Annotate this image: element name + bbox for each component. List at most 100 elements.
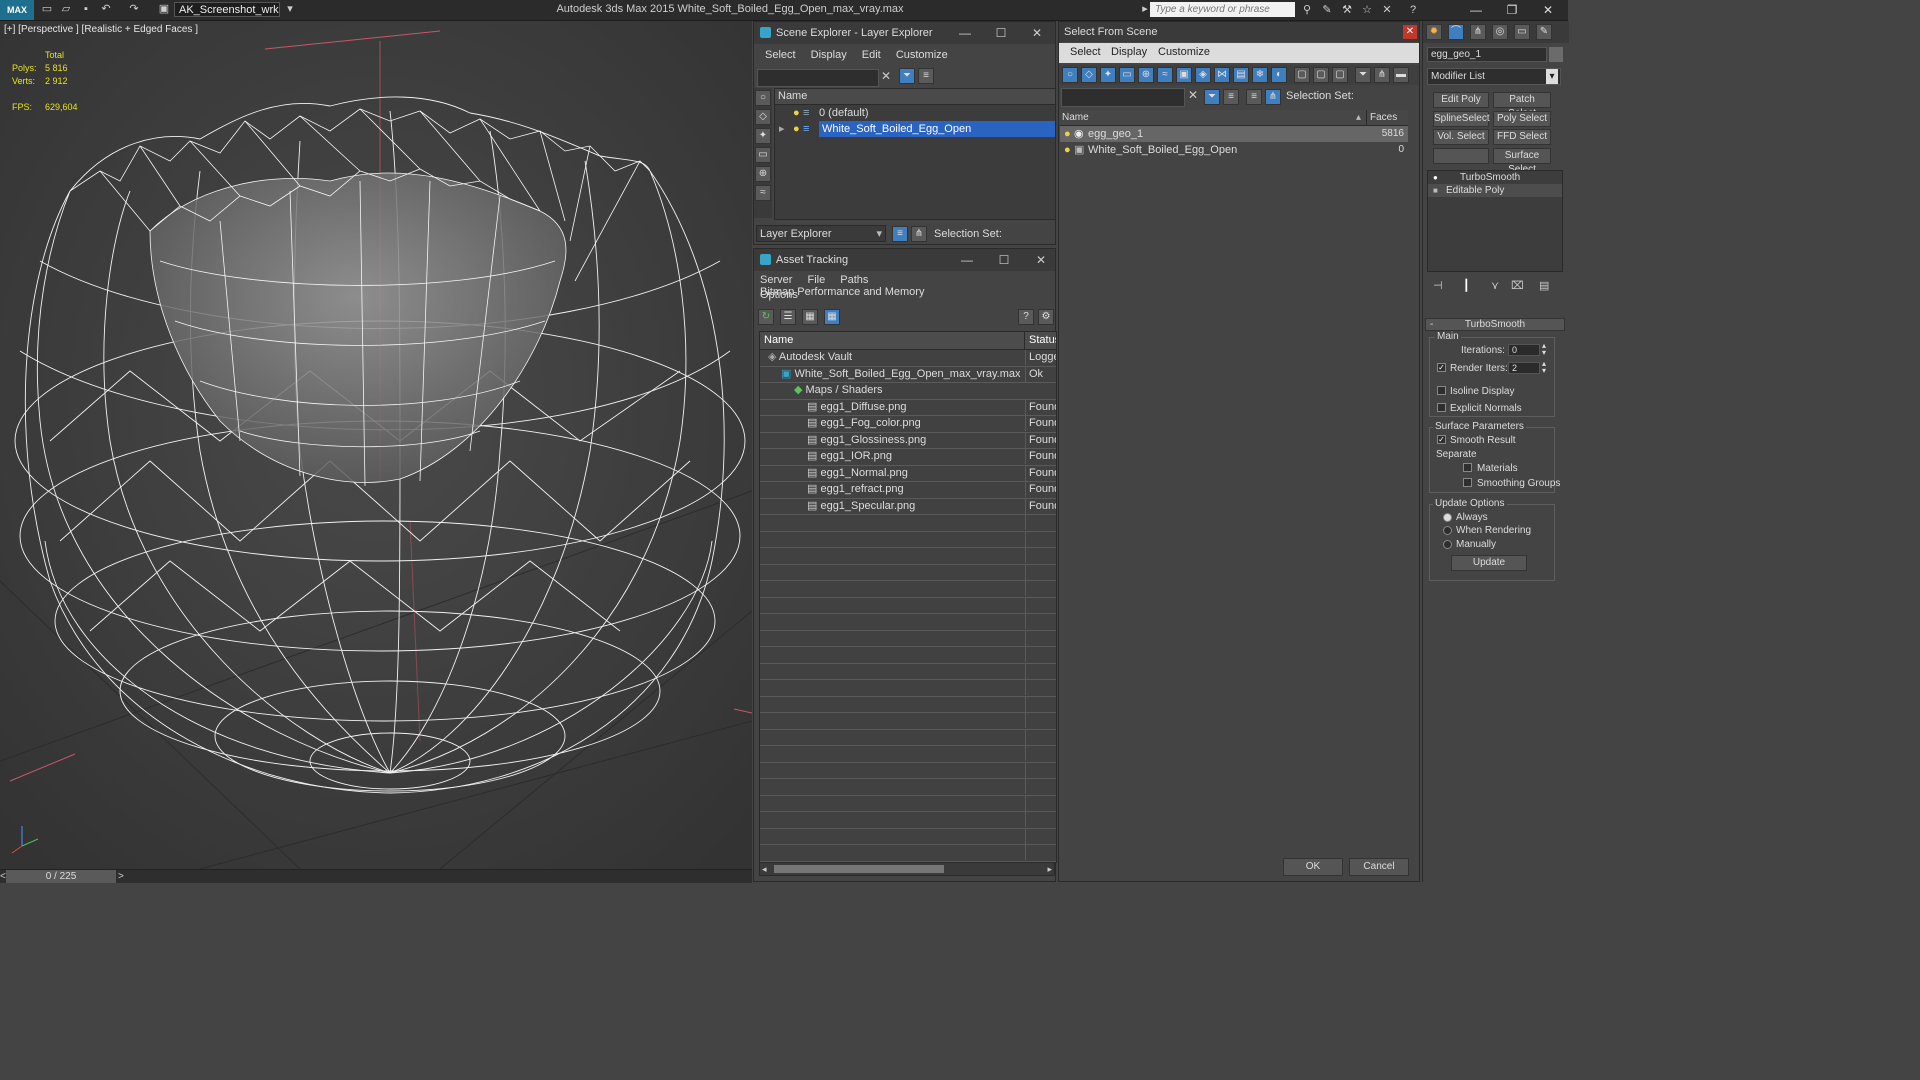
close-button[interactable]: ✕: [1403, 25, 1417, 39]
find-case-icon[interactable]: ≡: [1223, 89, 1239, 105]
iterations-spinner[interactable]: 0: [1508, 344, 1540, 356]
asset-tracking-titlebar[interactable]: Asset Tracking — ☐ ✕: [754, 249, 1055, 271]
perspective-viewport[interactable]: [+] [Perspective ] [Realistic + Edged Fa…: [0, 21, 752, 869]
display-cameras-icon[interactable]: ▭: [1119, 67, 1135, 83]
minimize-button[interactable]: —: [1458, 0, 1494, 20]
menu-edit[interactable]: Edit: [862, 49, 881, 61]
display-xrefs-icon[interactable]: ◈: [1195, 67, 1211, 83]
pin-stack-icon[interactable]: ⊣: [1433, 279, 1443, 292]
display-shapes-icon[interactable]: ◇: [755, 109, 771, 125]
modifier-list-dropdown[interactable]: Modifier List ▾: [1427, 68, 1561, 85]
close-button[interactable]: ✕: [1530, 0, 1566, 20]
edit-poly-button[interactable]: Edit Poly: [1433, 92, 1489, 108]
always-radio[interactable]: [1443, 513, 1452, 522]
explicit-normals-checkbox[interactable]: [1437, 403, 1446, 412]
clear-search-icon[interactable]: ✕: [1188, 88, 1198, 102]
layer-mode-icon[interactable]: ≡: [892, 226, 908, 242]
display-spacewarps-icon[interactable]: ≈: [755, 185, 771, 201]
scene-explorer-titlebar[interactable]: Scene Explorer - Layer Explorer — ☐ ✕: [754, 22, 1055, 44]
close-x-icon[interactable]: ✕: [1380, 3, 1394, 17]
project-icon[interactable]: ▣: [157, 3, 171, 16]
hierarchy-tab-icon[interactable]: ⋔: [1470, 24, 1486, 40]
smoothing-groups-checkbox[interactable]: [1463, 478, 1472, 487]
display-geometry-icon[interactable]: ○: [755, 90, 771, 106]
tree-row[interactable]: ● ≡ 0 (default): [775, 105, 1055, 121]
help-icon[interactable]: ?: [1018, 309, 1034, 325]
select-from-scene-titlebar[interactable]: Select From Scene ✕: [1059, 22, 1419, 42]
scene-search-field[interactable]: [757, 69, 879, 87]
menu-server[interactable]: Server: [760, 274, 792, 286]
spinner-arrows-icon[interactable]: ▴ ▾: [1542, 342, 1546, 357]
time-slider[interactable]: < 0 / 225 >: [0, 869, 752, 883]
menu-customize[interactable]: Customize: [896, 49, 948, 61]
menu-customize[interactable]: Customize: [1158, 46, 1210, 58]
chevron-down-icon[interactable]: ▾: [876, 226, 882, 243]
stack-item[interactable]: ● TurboSmooth: [1428, 171, 1562, 184]
list-row[interactable]: ● ▣ White_Soft_Boiled_Egg_Open 0: [1060, 142, 1408, 158]
menu-select[interactable]: Select: [1070, 46, 1101, 58]
asset-row[interactable]: ▤ egg1_Fog_color.png Found: [760, 416, 1056, 433]
chevron-down-icon[interactable]: ▾: [283, 3, 297, 16]
expand-plus-icon[interactable]: ■: [1433, 184, 1438, 197]
maximize-button[interactable]: ☐: [986, 22, 1016, 44]
surface-select-button[interactable]: Surface Select: [1493, 148, 1551, 175]
asset-row[interactable]: ▤ egg1_refract.png Found: [760, 482, 1056, 499]
motion-tab-icon[interactable]: ◎: [1492, 24, 1508, 40]
layers-toggle-icon[interactable]: ≡: [918, 68, 934, 84]
layer-mode-icon[interactable]: ≡: [1246, 89, 1262, 105]
lightbulb-icon[interactable]: ●: [1064, 126, 1071, 142]
display-helpers-icon[interactable]: ⊕: [1138, 67, 1154, 83]
asset-row[interactable]: ▤ egg1_Glossiness.png Found: [760, 432, 1056, 449]
open-folder-icon[interactable]: ▱: [59, 3, 73, 16]
isoline-display-checkbox[interactable]: [1437, 386, 1446, 395]
vol-select-button[interactable]: Vol. Select: [1433, 129, 1489, 145]
refresh-icon[interactable]: ↻: [758, 309, 774, 325]
chevron-down-icon[interactable]: ▾: [1546, 69, 1558, 84]
display-shapes-icon[interactable]: ◇: [1081, 67, 1097, 83]
viewport-label[interactable]: [+] [Perspective ] [Realistic + Edged Fa…: [4, 24, 198, 35]
lightbulb-icon[interactable]: ●: [793, 121, 800, 137]
display-none-icon[interactable]: ▢: [1313, 67, 1329, 83]
collapse-minus-icon[interactable]: -: [1430, 319, 1433, 331]
render-iters-spinner[interactable]: 2: [1508, 362, 1540, 374]
tree-row[interactable]: ▸ ● ≡ White_Soft_Boiled_Egg_Open: [775, 121, 1055, 137]
empty-modifier-button[interactable]: [1433, 148, 1489, 164]
asset-row[interactable]: ◆ Maps / Shaders: [760, 383, 1056, 400]
display-spacewarps-icon[interactable]: ≈: [1157, 67, 1173, 83]
tools-icon[interactable]: ✎: [1320, 3, 1334, 17]
column-header-name[interactable]: Name: [775, 89, 1055, 105]
help-icon[interactable]: ?: [1406, 3, 1420, 17]
display-containers-icon[interactable]: ▤: [1233, 67, 1249, 83]
settings-icon[interactable]: ⚙: [1038, 309, 1054, 325]
display-frozen-icon[interactable]: ❄: [1252, 67, 1268, 83]
asset-row[interactable]: ◈ Autodesk Vault Logged: [760, 350, 1056, 367]
thumbnail-view-icon[interactable]: ▦: [802, 309, 818, 325]
menu-select[interactable]: Select: [765, 49, 796, 61]
object-color-swatch[interactable]: [1549, 47, 1563, 62]
asset-row[interactable]: ▤ egg1_Specular.png Found: [760, 498, 1056, 515]
save-icon[interactable]: ▪: [79, 3, 93, 16]
configure-sets-icon[interactable]: ▤: [1539, 279, 1549, 292]
object-name-field[interactable]: egg_geo_1: [1427, 47, 1547, 62]
filter-icon[interactable]: ⏷: [1355, 67, 1371, 83]
list-row-selected[interactable]: ● ◉ egg_geo_1 5816: [1060, 126, 1408, 142]
hierarchy-mode-icon[interactable]: ⋔: [1265, 89, 1281, 105]
filter-icon[interactable]: ⏷: [899, 68, 915, 84]
binoculars-icon[interactable]: ⚲: [1300, 3, 1314, 17]
lightbulb-icon[interactable]: ●: [1064, 142, 1071, 158]
utilities-tab-icon[interactable]: ✎: [1536, 24, 1552, 40]
asset-row[interactable]: ▤ egg1_Normal.png Found: [760, 465, 1056, 482]
display-helpers-icon[interactable]: ⊕: [755, 166, 771, 182]
spline-select-button[interactable]: SplineSelect: [1433, 111, 1490, 127]
select-search-field[interactable]: [1061, 88, 1185, 107]
filter-icon[interactable]: ⏷: [1204, 89, 1220, 105]
modify-tab-icon[interactable]: ⌒: [1448, 24, 1464, 40]
menu-display[interactable]: Display: [1111, 46, 1147, 58]
column-header-name[interactable]: Name: [1062, 110, 1089, 125]
remove-modifier-icon[interactable]: ⌧: [1511, 279, 1524, 292]
minimize-button[interactable]: —: [950, 22, 980, 44]
maximize-button[interactable]: ☐: [989, 249, 1019, 271]
update-button[interactable]: Update: [1451, 555, 1527, 571]
horizontal-scrollbar[interactable]: ◂ ▸: [759, 862, 1055, 876]
poly-select-button[interactable]: Poly Select: [1493, 111, 1551, 127]
